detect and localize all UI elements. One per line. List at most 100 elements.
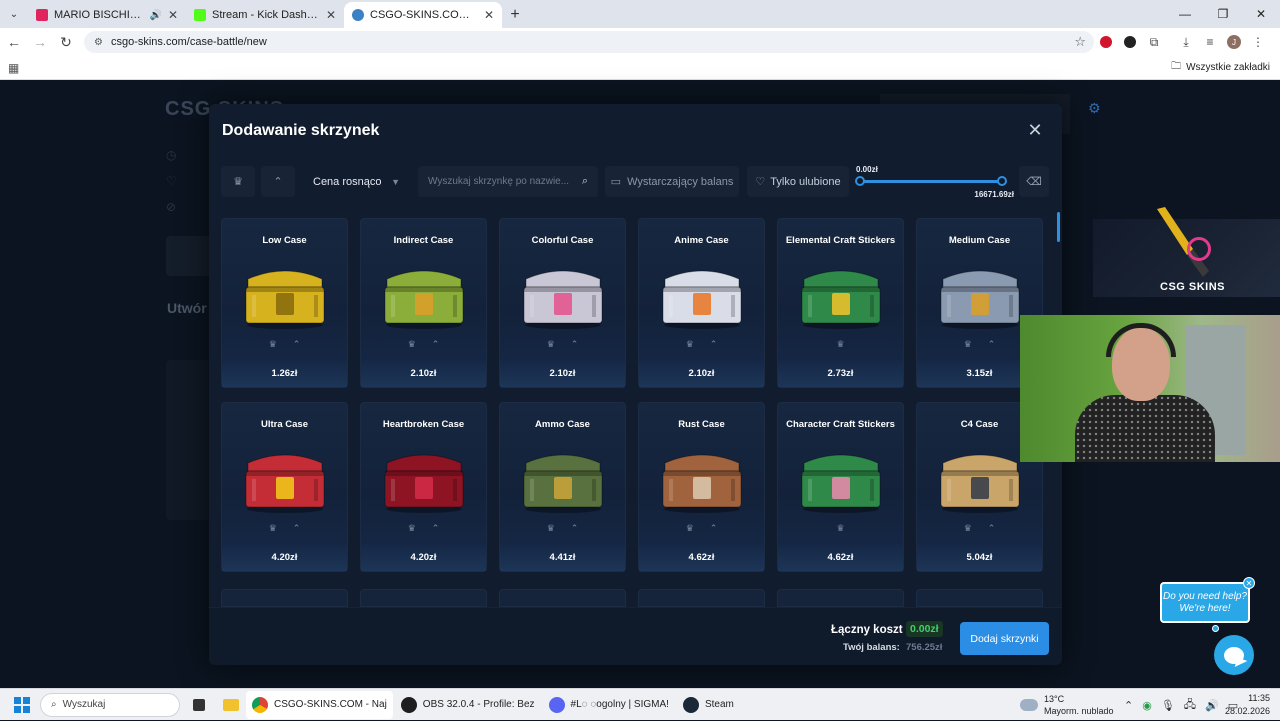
apps-grid-icon[interactable]: ▦	[8, 61, 19, 75]
rank-chevron-icon[interactable]: ⌃	[432, 339, 440, 350]
slider-track[interactable]	[860, 180, 1002, 183]
minimize-icon[interactable]: —	[1166, 0, 1204, 28]
crown-icon[interactable]: ♛	[686, 339, 694, 350]
slider-max-handle[interactable]	[997, 176, 1007, 186]
case-card-partial[interactable]	[916, 589, 1043, 607]
network-icon[interactable]: 🖧	[1184, 696, 1196, 715]
search-icon[interactable]: ⌕	[582, 175, 588, 188]
sufficient-balance-toggle[interactable]: ▭ Wystarczający balans	[605, 166, 739, 197]
rank-chevron-icon[interactable]: ⌃	[571, 339, 579, 350]
profile-avatar[interactable]: J	[1222, 30, 1246, 54]
case-card[interactable]: Anime Case ♛ ⌃ 2.10zł	[638, 218, 765, 388]
help-bubble[interactable]: Do you need help? We're here!	[1160, 582, 1250, 623]
case-card-partial[interactable]	[360, 589, 487, 607]
case-card[interactable]: Low Case ♛ ⌃ 1.26zł	[221, 218, 348, 388]
extension-icon[interactable]	[1118, 30, 1142, 54]
close-tab-icon[interactable]: ✕	[484, 8, 494, 22]
tray-overflow-icon[interactable]: ⌃	[1124, 699, 1133, 712]
crown-icon[interactable]: ♛	[408, 523, 416, 534]
browser-tab[interactable]: MARIO BISCHIN feat BOYS 🔊 ✕	[28, 2, 186, 28]
restore-icon[interactable]: ❐	[1204, 0, 1242, 28]
close-tab-icon[interactable]: ✕	[326, 8, 336, 22]
case-card[interactable]: Heartbroken Case ♛ ⌃ 4.20zł	[360, 402, 487, 572]
reset-filters-button[interactable]: ⌫	[1019, 166, 1049, 197]
sort-label: Cena rosnąco	[313, 175, 382, 188]
tab-title: CSGO-SKINS.COM - Najlepsze	[370, 9, 478, 21]
case-card[interactable]: Ammo Case ♛ ⌃ 4.41zł	[499, 402, 626, 572]
forward-icon[interactable]: →	[28, 30, 52, 54]
live-chat-button[interactable]	[1214, 635, 1254, 675]
audio-playing-icon[interactable]: 🔊	[149, 10, 161, 21]
taskbar-app-discord[interactable]: #L◌ ◌ogolny | SIGMA!	[543, 691, 675, 719]
search-input[interactable]	[428, 176, 582, 187]
case-card-partial[interactable]	[221, 589, 348, 607]
security-icon[interactable]: ◉	[1142, 699, 1152, 712]
rank-chevron-icon[interactable]: ⌃	[988, 523, 996, 534]
case-price: 2.10zł	[639, 359, 764, 387]
windows-start-icon[interactable]	[14, 696, 30, 713]
crown-icon[interactable]: ♛	[269, 339, 277, 350]
case-card[interactable]: Elemental Craft Stickers ♛ 2.73zł	[777, 218, 904, 388]
crown-icon[interactable]: ♛	[269, 523, 277, 534]
slider-min-handle[interactable]	[855, 176, 865, 186]
reload-icon[interactable]: ↻	[54, 30, 78, 54]
task-view-icon[interactable]	[186, 692, 212, 718]
favorites-only-toggle[interactable]: ♡ Tylko ulubione	[747, 166, 849, 197]
download-icon[interactable]: ⤓	[1174, 30, 1198, 54]
weather-widget[interactable]: 13°C Mayorm. nublado	[1020, 689, 1114, 721]
taskbar-app-steam[interactable]: Steam	[677, 691, 740, 719]
tab-search-button[interactable]: ⌄	[0, 0, 28, 28]
rank-chevron-icon[interactable]: ⌃	[432, 523, 440, 534]
browser-tab-active[interactable]: CSGO-SKINS.COM - Najlepsze ✕	[344, 2, 502, 28]
extensions-puzzle-icon[interactable]: ⧉	[1142, 30, 1166, 54]
taskbar-app-chrome[interactable]: CSGO-SKINS.COM - Naj	[246, 690, 393, 719]
url-bar[interactable]: ⚙ csgo-skins.com/case-battle/new ☆	[84, 31, 1094, 53]
bookmark-star-icon[interactable]: ☆	[1074, 34, 1086, 50]
reading-list-icon[interactable]: ≡	[1198, 30, 1222, 54]
case-card-partial[interactable]	[777, 589, 904, 607]
close-help-icon[interactable]: ✕	[1243, 577, 1255, 589]
browser-menu-icon[interactable]: ⋮	[1246, 30, 1270, 54]
crown-icon[interactable]: ♛	[836, 339, 844, 350]
crown-icon[interactable]: ♛	[964, 339, 972, 350]
taskbar-app-obs[interactable]: OBS 32.0.4 - Profile: Bez	[395, 691, 541, 719]
crown-filter-button[interactable]: ♛	[221, 166, 255, 197]
rank-chevron-icon[interactable]: ⌃	[988, 339, 996, 350]
volume-icon[interactable]: 🔊	[1205, 699, 1219, 712]
rank-chevron-icon[interactable]: ⌃	[293, 523, 301, 534]
case-card[interactable]: Character Craft Stickers ♛ 4.62zł	[777, 402, 904, 572]
browser-tab[interactable]: Stream - Kick Dashboard ✕	[186, 2, 344, 28]
crown-icon[interactable]: ♛	[547, 523, 555, 534]
rank-chevron-icon[interactable]: ⌃	[710, 523, 718, 534]
add-cases-button[interactable]: Dodaj skrzynki	[960, 622, 1049, 655]
microphone-icon[interactable]: 🎙	[1161, 699, 1175, 712]
all-bookmarks-button[interactable]: 🗀 Wszystkie zakładki	[1171, 59, 1270, 76]
case-card[interactable]: Colorful Case ♛ ⌃ 2.10zł	[499, 218, 626, 388]
case-card[interactable]: Indirect Case ♛ ⌃ 2.10zł	[360, 218, 487, 388]
close-tab-icon[interactable]: ✕	[168, 8, 178, 22]
new-tab-button[interactable]: +	[502, 2, 528, 28]
case-card-partial[interactable]	[499, 589, 626, 607]
file-explorer-icon[interactable]	[218, 692, 244, 718]
rank-chevron-icon[interactable]: ⌃	[571, 523, 579, 534]
taskbar-clock[interactable]: 11:35 28.02.2026	[1225, 692, 1270, 718]
rank-chevron-icon[interactable]: ⌃	[710, 339, 718, 350]
taskbar-search[interactable]: ⌕ Wyszukaj	[40, 692, 180, 717]
rank-chevron-icon[interactable]: ⌃	[293, 339, 301, 350]
site-info-icon[interactable]: ⚙	[94, 37, 103, 48]
rank-filter-button[interactable]: ⌃	[261, 166, 295, 197]
grid-scrollbar[interactable]	[1057, 212, 1060, 242]
sort-dropdown[interactable]: Cena rosnąco ▼	[304, 166, 408, 197]
case-card-partial[interactable]	[638, 589, 765, 607]
crown-icon[interactable]: ♛	[836, 523, 844, 534]
opera-extension-icon[interactable]	[1094, 30, 1118, 54]
close-window-icon[interactable]: ✕	[1242, 0, 1280, 28]
crown-icon[interactable]: ♛	[964, 523, 972, 534]
crown-icon[interactable]: ♛	[686, 523, 694, 534]
case-card[interactable]: Ultra Case ♛ ⌃ 4.20zł	[221, 402, 348, 572]
case-card[interactable]: Rust Case ♛ ⌃ 4.62zł	[638, 402, 765, 572]
close-icon[interactable]: ✕	[1025, 120, 1045, 140]
crown-icon[interactable]: ♛	[547, 339, 555, 350]
crown-icon[interactable]: ♛	[408, 339, 416, 350]
back-icon[interactable]: ←	[2, 30, 26, 54]
